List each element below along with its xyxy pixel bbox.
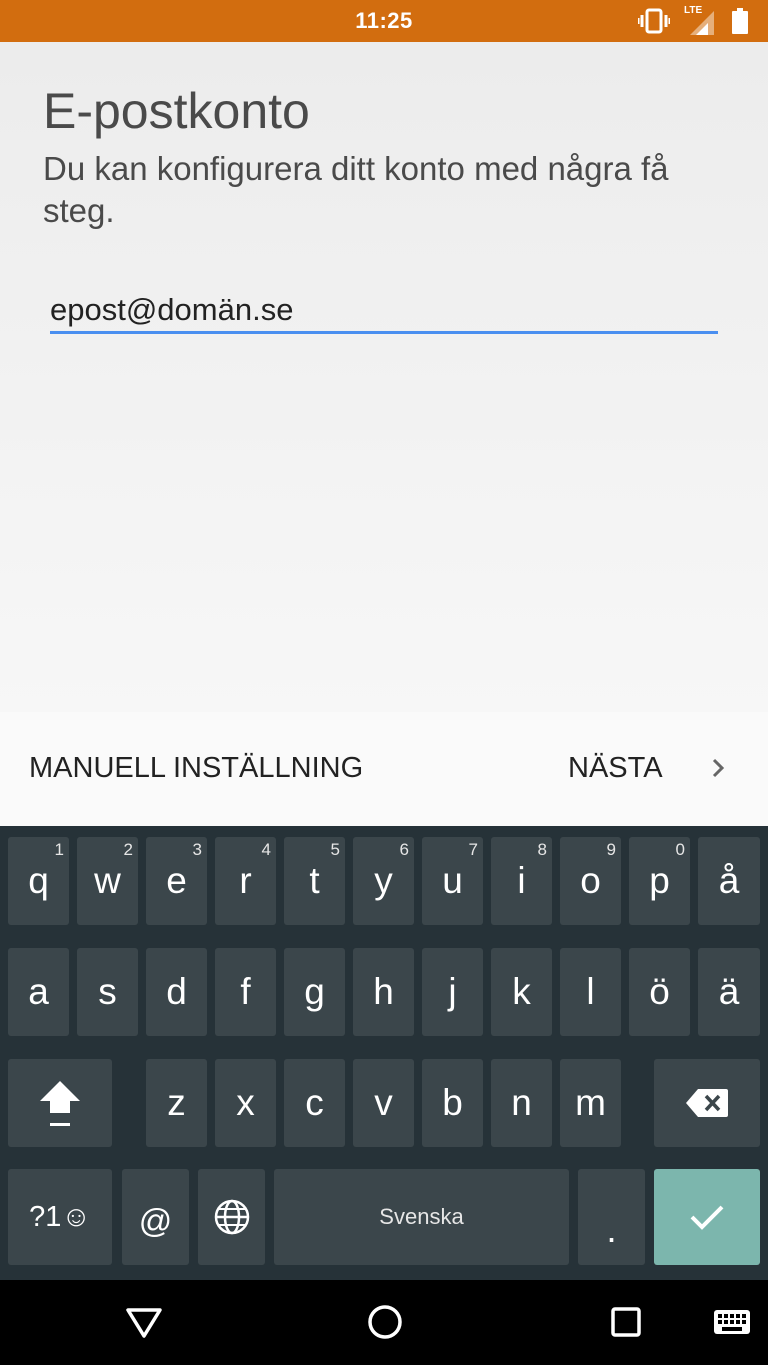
key-auml[interactable]: ä <box>698 948 760 1036</box>
key-y[interactable]: y6 <box>353 837 414 925</box>
key-m[interactable]: m <box>560 1059 621 1147</box>
next-button[interactable]: NÄSTA <box>568 752 663 785</box>
key-x[interactable]: x <box>215 1059 276 1147</box>
key-n[interactable]: n <box>491 1059 552 1147</box>
period-key[interactable]: . <box>578 1169 645 1265</box>
key-ouml[interactable]: ö <box>629 948 690 1036</box>
language-key[interactable] <box>198 1169 265 1265</box>
key-at[interactable]: @ <box>122 1169 189 1265</box>
key-f[interactable]: f <box>215 948 276 1036</box>
key-l[interactable]: l <box>560 948 621 1036</box>
key-s[interactable]: s <box>77 948 138 1036</box>
space-key-label: Svenska <box>379 1204 464 1229</box>
battery-icon <box>732 8 748 34</box>
space-key[interactable]: Svenska <box>274 1169 569 1265</box>
key-a[interactable]: a <box>8 948 69 1036</box>
recents-icon[interactable] <box>606 1302 646 1342</box>
page-subtitle: Du kan konfigurera ditt konto med några … <box>43 150 669 229</box>
vibrate-icon <box>638 8 670 34</box>
setup-content: E-postkonto Du kan konfigurera ditt kont… <box>0 42 768 712</box>
key-g[interactable]: g <box>284 948 345 1036</box>
navigation-bar <box>0 1280 768 1365</box>
shift-icon <box>40 1081 80 1126</box>
key-p[interactable]: p0 <box>629 837 690 925</box>
key-u[interactable]: u7 <box>422 837 483 925</box>
email-field[interactable] <box>50 290 718 330</box>
key-b[interactable]: b <box>422 1059 483 1147</box>
key-j[interactable]: j <box>422 948 483 1036</box>
page-title: E-postkonto <box>43 83 310 139</box>
backspace-key[interactable] <box>654 1059 760 1147</box>
back-icon[interactable] <box>124 1302 164 1342</box>
key-i[interactable]: i8 <box>491 837 552 925</box>
key-aring[interactable]: å <box>698 837 760 925</box>
key-t[interactable]: t5 <box>284 837 345 925</box>
key-d[interactable]: d <box>146 948 207 1036</box>
action-bar: MANUELL INSTÄLLNING NÄSTA <box>0 712 768 826</box>
email-field-container <box>50 290 718 334</box>
status-bar: 11:25 LTE <box>0 0 768 42</box>
key-k[interactable]: k <box>491 948 552 1036</box>
keyboard: q1 w2 e3 r4 t5 y6 u7 i8 o9 p0 å a s d f … <box>0 826 768 1280</box>
key-v[interactable]: v <box>353 1059 414 1147</box>
shift-key[interactable] <box>8 1059 112 1147</box>
key-c[interactable]: c <box>284 1059 345 1147</box>
status-icons: LTE <box>638 5 748 36</box>
globe-icon <box>214 1199 249 1235</box>
key-w[interactable]: w2 <box>77 837 138 925</box>
key-z[interactable]: z <box>146 1059 207 1147</box>
key-o[interactable]: o9 <box>560 837 621 925</box>
manual-setup-button[interactable]: MANUELL INSTÄLLNING <box>29 752 363 785</box>
key-h[interactable]: h <box>353 948 414 1036</box>
backspace-icon <box>686 1089 728 1117</box>
done-key[interactable] <box>654 1169 760 1265</box>
signal-icon: LTE <box>684 5 718 35</box>
home-icon[interactable] <box>365 1302 405 1342</box>
checkmark-icon <box>690 1205 724 1230</box>
key-r[interactable]: r4 <box>215 837 276 925</box>
key-q[interactable]: q1 <box>8 837 69 925</box>
symbols-key[interactable]: ?1☺ <box>8 1169 112 1265</box>
chevron-right-icon[interactable] <box>706 756 730 780</box>
keyboard-switch-icon[interactable] <box>712 1302 752 1342</box>
key-e[interactable]: e3 <box>146 837 207 925</box>
